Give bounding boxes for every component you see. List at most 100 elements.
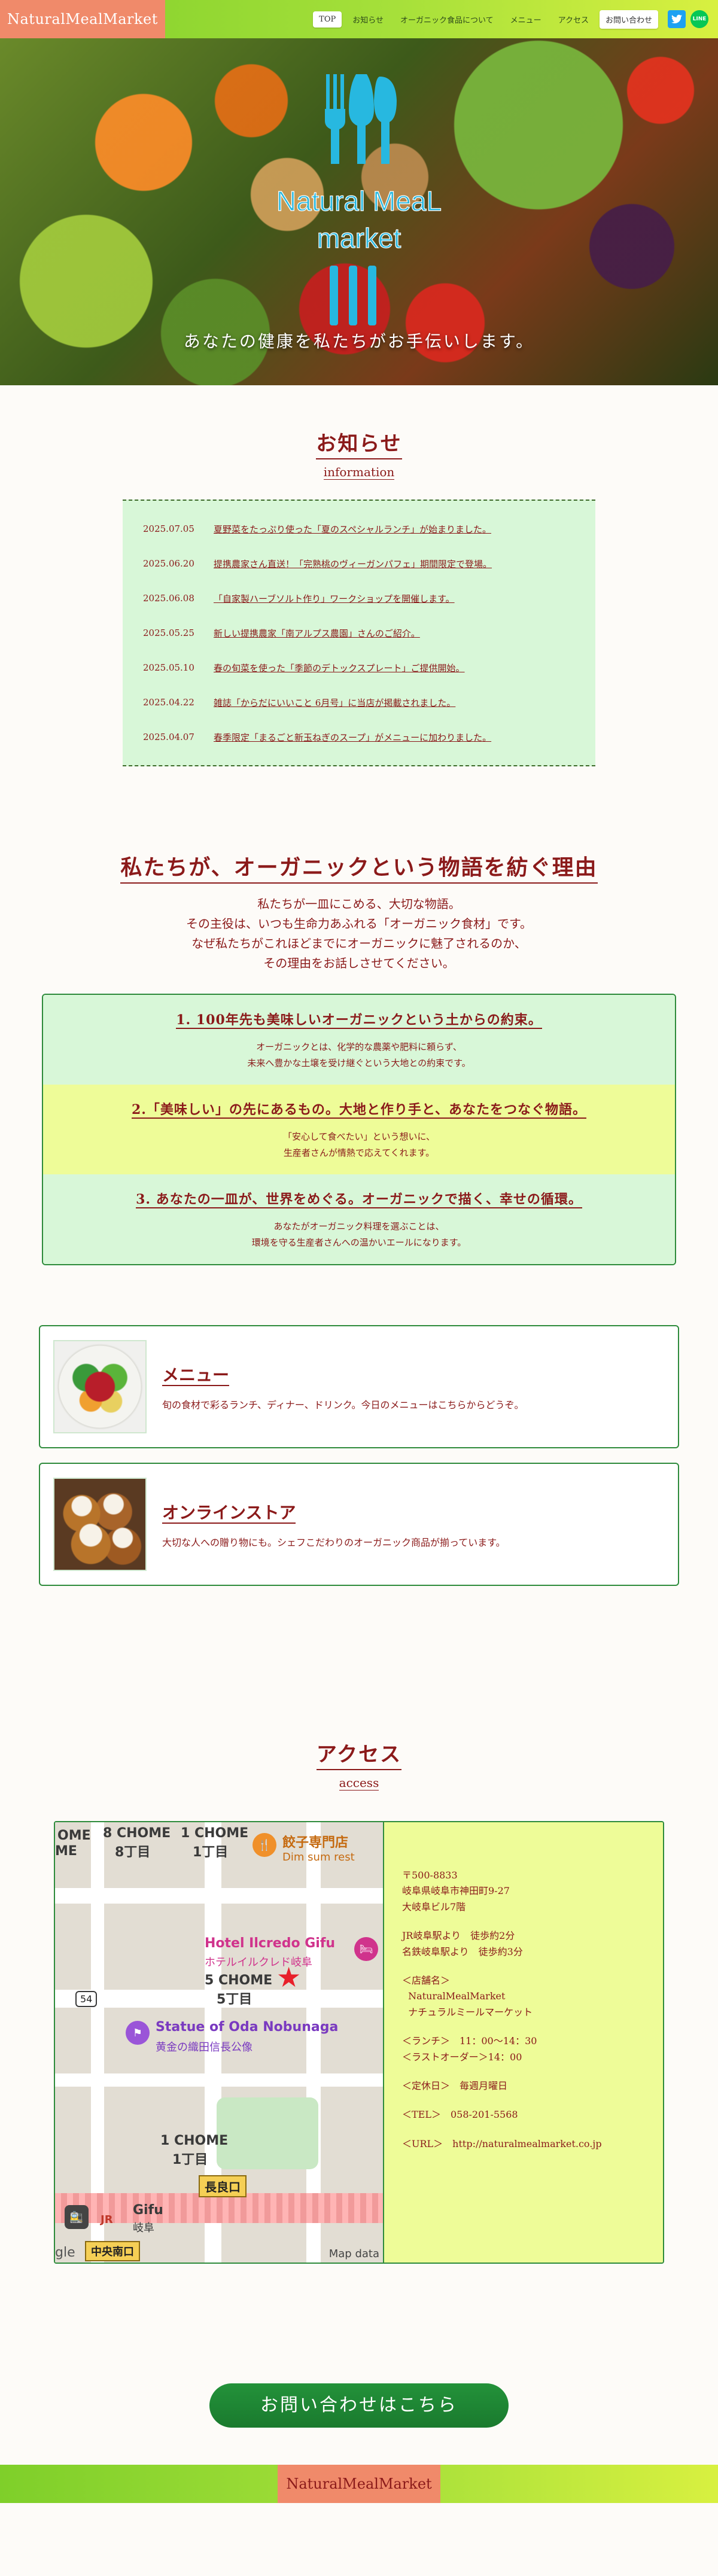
line-icon[interactable]: LINE	[690, 10, 708, 28]
holiday: ＜定休日＞ 毎週月曜日	[402, 2079, 508, 2091]
lunch-hours: ＜ランチ＞ 11：00〜14：30	[402, 2035, 537, 2047]
reason-lead-line: その主役は、いつも生命力あふれる「オーガニック食材」です。	[186, 916, 532, 931]
news-link[interactable]: 提携農家さん直送！「完熟桃のヴィーガンパフェ」期間限定で登場。	[214, 558, 492, 570]
card-title[interactable]: オンラインストア	[162, 1500, 506, 1524]
last-order: ＜ラストオーダー＞14：00	[402, 2051, 522, 2063]
access-box: OME ME 8 CHOME 8丁目 1 CHOME 1丁目 🍴 餃子専門店 D…	[54, 1821, 664, 2264]
nav-item-top[interactable]: TOP	[313, 11, 342, 28]
news-date: 2025.04.07	[143, 732, 194, 742]
menu-card[interactable]: メニュー 旬の食材で彩るランチ、ディナー、ドリンク。今日のメニューはこちらからど…	[39, 1325, 679, 1448]
hero-logo: Natural MeaL market	[276, 74, 442, 325]
footer-logo[interactable]: NaturalMealMarket	[278, 2465, 440, 2503]
google-map[interactable]: OME ME 8 CHOME 8丁目 1 CHOME 1丁目 🍴 餃子専門店 D…	[55, 1822, 384, 2263]
contact-cta-section: お問い合わせはこちら	[0, 2264, 718, 2465]
news-date: 2025.05.25	[143, 628, 194, 638]
nav-item-organic[interactable]: オーガニック食品について	[394, 10, 500, 29]
hero-banner: Natural MeaL market あなたの健康を私たちがお手伝いします。	[0, 38, 718, 385]
card-text: 旬の食材で彩るランチ、ディナー、ドリンク。今日のメニューはこちらからどうぞ。	[162, 1399, 524, 1411]
route-badge: 54	[75, 1991, 98, 2007]
telephone[interactable]: ＜TEL＞ 058-201-5568	[402, 2109, 518, 2120]
hotel-pin-icon[interactable]: 🛏	[354, 1937, 378, 1961]
reason-body: あなたがオーガニック料理を選ぶことは、 環境を守る生産者さんへの温かいエールになり…	[251, 1221, 467, 1248]
news-link[interactable]: 「自家製ハーブソルト作り」ワークショップを開催します。	[214, 592, 455, 605]
news-date: 2025.05.10	[143, 662, 194, 673]
reason-heading: 1. 100年先も美味しいオーガニックという土からの約束。	[176, 1012, 542, 1029]
nav-item-menu[interactable]: メニュー	[504, 10, 547, 29]
reason-lead: 私たちが一皿にこめる、大切な物語。 その主役は、いつも生命力あふれる「オーガニッ…	[0, 894, 718, 973]
news-item[interactable]: 2025.05.10 春の旬菜を使った「季節のデトックスプレート」ご提供開始。	[143, 650, 575, 685]
news-item[interactable]: 2025.04.22 雑誌「からだにいいこと 6月号」に当店が掲載されました。	[143, 685, 575, 720]
news-item[interactable]: 2025.04.07 春季限定「まるごと新玉ねぎのスープ」がメニューに加わりました…	[143, 720, 575, 754]
reason-body: オーガニックとは、化学的な農薬や肥料に頼らず、 未来へ豊かな土壌を受け継ぐという大…	[247, 1042, 471, 1068]
address-line: 岐阜県岐阜市神田町9-27	[402, 1885, 510, 1897]
site-logo[interactable]: NaturalMealMarket	[0, 0, 165, 38]
salad-image	[53, 1340, 147, 1433]
pastry-image	[53, 1478, 147, 1571]
google-logo: gle	[55, 2245, 75, 2260]
reason-lead-line: なぜ私たちがこれほどまでにオーガニックに魅了されるのか、	[191, 936, 527, 951]
train-icon: 🚉	[65, 2205, 89, 2229]
address-line: 大岐阜ビル7階	[402, 1901, 466, 1913]
news-link[interactable]: 新しい提携農家「南アルプス農園」さんのご紹介。	[214, 627, 420, 640]
news-item[interactable]: 2025.06.08 「自家製ハーブソルト作り」ワークショップを開催します。	[143, 581, 575, 616]
card-body: メニュー 旬の食材で彩るランチ、ディナー、ドリンク。今日のメニューはこちらからど…	[162, 1362, 524, 1411]
news-item[interactable]: 2025.07.05 夏野菜をたっぷり使った「夏のスペシャルランチ」が始まりました…	[143, 511, 575, 546]
reason-list: 1. 100年先も美味しいオーガニックという土からの約束。 オーガニックとは、化…	[42, 994, 676, 1265]
news-date: 2025.04.22	[143, 697, 194, 708]
reason-item: 1. 100年先も美味しいオーガニックという土からの約束。 オーガニックとは、化…	[43, 995, 675, 1085]
restaurant-pin-icon[interactable]: 🍴	[252, 1833, 276, 1857]
reason-lead-line: 私たちが一皿にこめる、大切な物語。	[257, 897, 461, 911]
news-link[interactable]: 夏野菜をたっぷり使った「夏のスペシャルランチ」が始まりました。	[214, 523, 491, 535]
main-nav: TOP お知らせ オーガニック食品について メニュー アクセス お問い合わせ L…	[313, 10, 708, 29]
meitetsu-access: 名鉄岐阜駅より 徒歩約3分	[402, 1945, 523, 1957]
site-header: NaturalMealMarket TOP お知らせ オーガニック食品について …	[0, 0, 718, 38]
reason-body: 「安心して食べたい」という想いに、 生産者さんが情熱で応えてくれます。	[282, 1131, 436, 1158]
shop-name-jp: ナチュラルミールマーケット	[408, 2006, 533, 2018]
reason-lead-line: その理由をお話しさせてください。	[263, 956, 455, 970]
news-link[interactable]: 春季限定「まるごと新玉ねぎのスープ」がメニューに加わりました。	[214, 731, 491, 744]
news-date: 2025.06.08	[143, 593, 194, 604]
link-cards: メニュー 旬の食材で彩るランチ、ディナー、ドリンク。今日のメニューはこちらからど…	[0, 1265, 718, 1586]
news-item[interactable]: 2025.05.25 新しい提携農家「南アルプス農園」さんのご紹介。	[143, 616, 575, 650]
landmark-pin-icon[interactable]: ⚑	[126, 2021, 150, 2045]
station-exit-label: 長良口	[199, 2175, 247, 2197]
reason-item: 3. あなたの一皿が、世界をめぐる。オーガニックで描く、幸せの循環。 あなたがオ…	[43, 1174, 675, 1264]
website-url[interactable]: ＜URL＞ http://naturalmealmarket.co.jp	[402, 2138, 602, 2149]
news-link[interactable]: 春の旬菜を使った「季節のデトックスプレート」ご提供開始。	[214, 662, 465, 674]
site-footer: NaturalMealMarket	[0, 2465, 718, 2503]
access-subtitle: access	[339, 1776, 379, 1791]
map-data-label: Map data	[328, 2248, 379, 2260]
reason-section: 私たちが、オーガニックという物語を紡ぐ理由 私たちが一皿にこめる、大切な物語。 …	[0, 766, 718, 1265]
news-date: 2025.06.20	[143, 558, 194, 569]
news-date: 2025.07.05	[143, 523, 194, 534]
jr-access: JR岐阜駅より 徒歩約2分	[402, 1930, 515, 1942]
nav-contact-button[interactable]: お問い合わせ	[599, 10, 658, 29]
shop-name-en: NaturalMealMarket	[408, 1990, 506, 2002]
hero-logo-line2: market	[317, 223, 401, 254]
zip-code: 〒500-8833	[402, 1869, 458, 1881]
nav-item-access[interactable]: アクセス	[552, 10, 595, 29]
hero-logo-line1: Natural MeaL	[276, 185, 442, 217]
station-exit-label: 中央南口	[85, 2241, 140, 2261]
reason-title: 私たちが、オーガニックという物語を紡ぐ理由	[0, 850, 718, 884]
info-section: お知らせ information 2025.07.05 夏野菜をたっぷり使った「夏…	[0, 385, 718, 766]
reason-heading: 2.「美味しい」の先にあるもの。大地と作り手と、あなたをつなぐ物語。	[131, 1102, 587, 1119]
twitter-icon[interactable]	[668, 10, 686, 28]
info-title: お知らせ	[0, 427, 718, 459]
nav-item-info[interactable]: お知らせ	[346, 10, 390, 29]
contact-cta-button[interactable]: お問い合わせはこちら	[209, 2383, 509, 2428]
news-link[interactable]: 雑誌「からだにいいこと 6月号」に当店が掲載されました。	[214, 696, 455, 709]
shop-info: 〒500-8833 岐阜県岐阜市神田町9-27 大岐阜ビル7階 JR岐阜駅より …	[384, 1822, 663, 2263]
card-text: 大切な人への贈り物にも。シェフこだわりのオーガニック商品が揃っています。	[162, 1537, 506, 1548]
access-title: アクセス	[0, 1738, 718, 1770]
shop-location-star-icon[interactable]: ★	[276, 1963, 301, 1991]
news-list: 2025.07.05 夏野菜をたっぷり使った「夏のスペシャルランチ」が始まりました…	[123, 500, 595, 766]
access-section: アクセス access OME ME 8 CHOME 8丁目 1 CHOME 1…	[0, 1600, 718, 2264]
shop-name-label: ＜店舗名＞	[402, 1974, 451, 1986]
social-links: LINE	[668, 10, 708, 28]
info-subtitle: information	[323, 465, 395, 480]
store-card[interactable]: オンラインストア 大切な人への贈り物にも。シェフこだわりのオーガニック商品が揃っ…	[39, 1463, 679, 1586]
reason-heading: 3. あなたの一皿が、世界をめぐる。オーガニックで描く、幸せの循環。	[136, 1192, 582, 1208]
news-item[interactable]: 2025.06.20 提携農家さん直送！「完熟桃のヴィーガンパフェ」期間限定で登場…	[143, 546, 575, 581]
card-title[interactable]: メニュー	[162, 1362, 524, 1386]
